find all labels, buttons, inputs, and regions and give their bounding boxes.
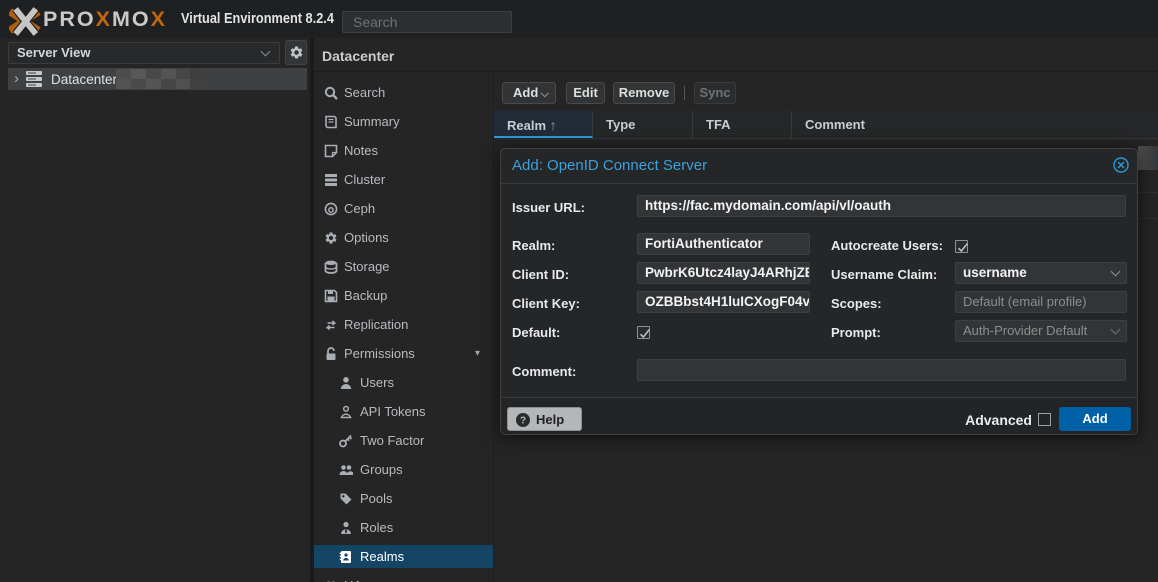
svg-text:?: ?	[520, 416, 526, 427]
